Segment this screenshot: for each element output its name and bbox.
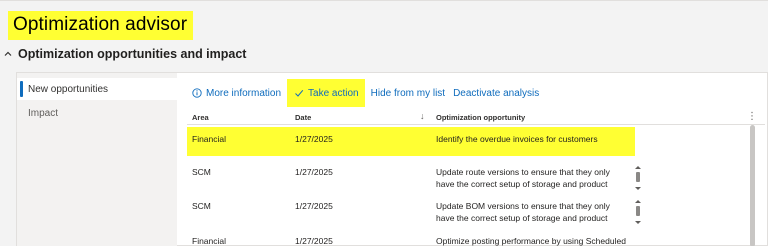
top-divider	[0, 0, 768, 1]
vertical-nav: New opportunities Impact	[17, 73, 177, 246]
grid-scrollbar[interactable]	[750, 125, 755, 246]
section-title: Optimization opportunities and impact	[18, 47, 247, 61]
cell-scrollbar[interactable]	[635, 200, 641, 224]
table-row[interactable]: SCM 1/27/2025 Update route versions to e…	[187, 160, 747, 190]
nav-item-label: New opportunities	[28, 83, 109, 95]
take-action-label: Take action	[308, 87, 359, 99]
more-information-button[interactable]: More information	[187, 79, 285, 107]
row-area: Financial	[192, 236, 227, 246]
row-area: SCM	[192, 201, 211, 211]
row-area: SCM	[192, 167, 211, 177]
more-vertical-icon[interactable]: ⋮	[747, 111, 757, 122]
scroll-down-icon	[635, 221, 641, 224]
section-header[interactable]: Optimization opportunities and impact	[0, 45, 246, 63]
column-header-area[interactable]: Area	[192, 113, 209, 122]
page-title: Optimization advisor	[8, 11, 194, 40]
checkmark-icon	[293, 87, 305, 99]
column-header-date[interactable]: Date	[295, 113, 311, 122]
opportunities-grid: Area Date ↓ Optimization opportunity ⋮ F…	[187, 111, 765, 246]
row-opportunity-line2: have the correct setup of storage and pr…	[436, 179, 608, 189]
nav-item-new-opportunities[interactable]: New opportunities	[17, 78, 177, 100]
info-icon	[191, 87, 203, 99]
take-action-button[interactable]: Take action	[287, 79, 365, 107]
deactivate-analysis-label: Deactivate analysis	[453, 87, 540, 99]
chevron-up-icon[interactable]	[0, 46, 16, 62]
row-area: Financial	[192, 134, 227, 144]
sort-down-icon[interactable]: ↓	[420, 111, 425, 121]
row-opportunity: Identify the overdue invoices for custom…	[436, 134, 598, 144]
hide-from-list-button[interactable]: Hide from my list	[367, 79, 449, 107]
cell-scrollbar[interactable]	[635, 166, 641, 190]
row-date: 1/27/2025	[295, 134, 333, 144]
grid-header: Area Date ↓ Optimization opportunity ⋮	[187, 111, 765, 125]
nav-item-impact[interactable]: Impact	[17, 102, 177, 124]
row-opportunity-line1: Update BOM versions to ensure that they …	[436, 201, 610, 211]
more-information-label: More information	[206, 87, 282, 99]
scroll-down-icon	[635, 187, 641, 190]
nav-item-label: Impact	[28, 107, 59, 119]
action-toolbar: More information Take action Hide from m…	[187, 79, 543, 107]
row-opportunity-line2: have the correct setup of storage and pr…	[436, 213, 608, 223]
row-opportunity-line1: Update route versions to ensure that the…	[436, 167, 610, 177]
table-row[interactable]: SCM 1/27/2025 Update BOM versions to ens…	[187, 194, 747, 224]
deactivate-analysis-button[interactable]: Deactivate analysis	[449, 79, 543, 107]
table-row[interactable]: Financial 1/27/2025 Identify the overdue…	[187, 127, 635, 156]
scroll-thumb[interactable]	[636, 206, 640, 216]
row-date: 1/27/2025	[295, 201, 333, 211]
column-header-opportunity[interactable]: Optimization opportunity	[436, 113, 525, 122]
scroll-up-icon	[635, 166, 641, 169]
scroll-thumb[interactable]	[636, 172, 640, 182]
hide-from-list-label: Hide from my list	[370, 87, 446, 99]
row-date: 1/27/2025	[295, 236, 333, 246]
opportunities-panel: New opportunities Impact More informatio…	[16, 72, 768, 246]
scroll-up-icon	[635, 200, 641, 203]
row-date: 1/27/2025	[295, 167, 333, 177]
row-opportunity: Optimize posting performance by using Sc…	[436, 236, 626, 246]
table-row[interactable]: Financial 1/27/2025 Optimize posting per…	[187, 229, 747, 246]
